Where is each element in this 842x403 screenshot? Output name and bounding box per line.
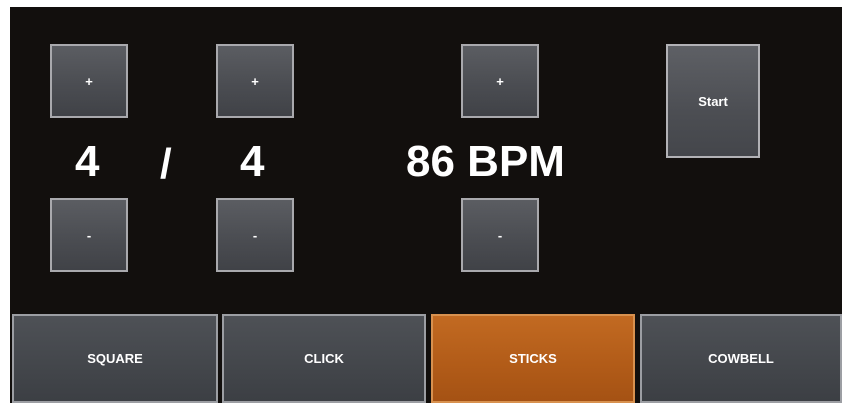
tempo-minus-button[interactable]: - — [461, 198, 539, 272]
sound-cowbell-button[interactable]: COWBELL — [640, 314, 842, 403]
numerator-plus-button[interactable]: + — [50, 44, 128, 118]
numerator-value: 4 — [75, 137, 100, 186]
denominator-value: 4 — [240, 137, 265, 186]
metronome-screen: + 4 - / + 4 - + 86 BPM - Start SQUARE CL… — [10, 7, 842, 403]
tempo-plus-button[interactable]: + — [461, 44, 539, 118]
numerator-minus-button[interactable]: - — [50, 198, 128, 272]
time-signature-separator: / — [160, 140, 172, 187]
start-button[interactable]: Start — [666, 44, 760, 158]
tempo-display: 86 BPM — [406, 137, 565, 186]
sound-click-button[interactable]: CLICK — [222, 314, 426, 403]
denominator-plus-button[interactable]: + — [216, 44, 294, 118]
denominator-minus-button[interactable]: - — [216, 198, 294, 272]
sound-square-button[interactable]: SQUARE — [12, 314, 218, 403]
sound-sticks-button[interactable]: STICKS — [431, 314, 635, 403]
sound-selector: SQUARE CLICK STICKS COWBELL — [10, 314, 842, 403]
